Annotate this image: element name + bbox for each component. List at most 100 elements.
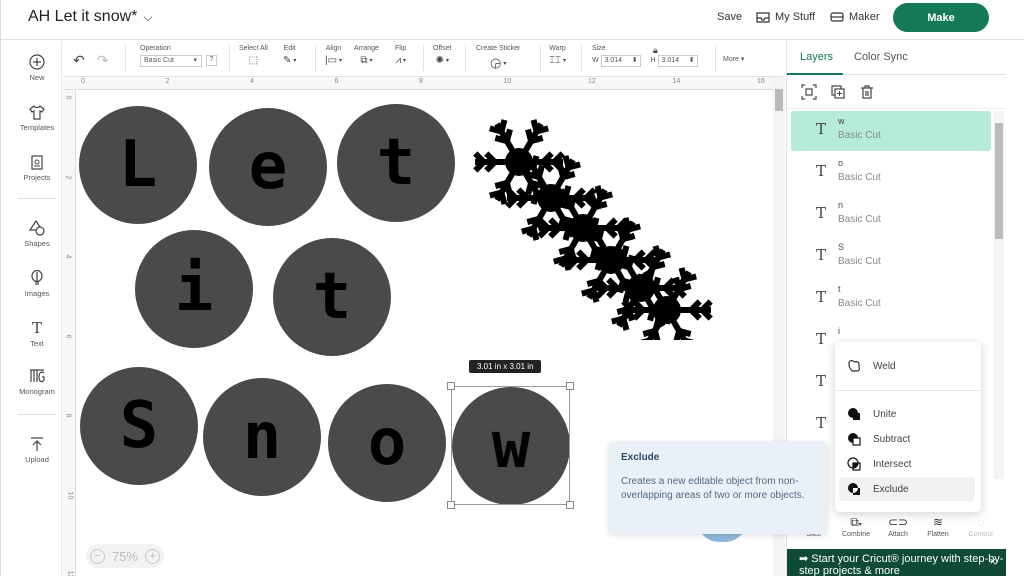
sidebar-item-monogram[interactable]: Monogram [12, 367, 62, 396]
layers-scrollbar[interactable] [994, 111, 1004, 479]
machine-icon [830, 12, 844, 22]
attach-button[interactable]: ⊂⊃ Attach [878, 515, 918, 538]
sidebar-divider [18, 414, 56, 415]
close-icon[interactable]: × [990, 556, 996, 568]
letter-text: o [367, 406, 407, 480]
offset-group[interactable]: Offset ✺ ▾ [433, 45, 452, 66]
combine-button[interactable]: ⧉▾ Combine [836, 515, 876, 538]
letter-circle-o[interactable]: o [328, 384, 446, 502]
more-button[interactable]: More ▾ [723, 55, 744, 63]
width-input[interactable]: 3.014 [600, 55, 641, 67]
sidebar-item-templates[interactable]: Templates [12, 103, 62, 132]
layer-item[interactable]: Tn Basic Cut [791, 195, 991, 235]
operation-help-button[interactable]: ? [206, 55, 217, 66]
toolbar-divider [581, 45, 582, 71]
height-input[interactable]: 3.014 [657, 55, 698, 67]
warp-group[interactable]: Warp ⌶⌶ ▾ [549, 45, 566, 66]
left-ruler: 0 2 4 6 8 10 12 [63, 90, 76, 576]
letter-circle-t[interactable]: t [337, 104, 455, 222]
resize-handle-tl[interactable] [447, 382, 455, 390]
text-layer-icon: T [816, 204, 827, 222]
letter-circle-L[interactable]: L [79, 106, 197, 224]
tooltip-title: Exclude [621, 452, 660, 463]
menu-item-subtract[interactable]: Subtract [835, 427, 981, 451]
letter-circle-t2[interactable]: t [273, 238, 391, 356]
duplicate-icon[interactable] [830, 84, 846, 100]
layer-operation: Basic Cut [838, 172, 881, 183]
sidebar-item-new[interactable]: New [12, 53, 62, 82]
sidebar-item-projects[interactable]: Projects [12, 153, 62, 182]
letter-circle-e[interactable]: e [209, 108, 327, 226]
flatten-button[interactable]: ≋ Flatten [918, 515, 958, 538]
intersect-icon [847, 457, 861, 471]
toolbar-divider [229, 45, 230, 71]
create-sticker-label: Create Sticker [476, 45, 521, 52]
sidebar-item-text[interactable]: T Text [12, 319, 62, 348]
menu-item-weld[interactable]: Weld [835, 354, 981, 378]
make-button[interactable]: Make [893, 3, 989, 32]
save-button[interactable]: Save [717, 11, 742, 23]
promo-text: ➡ Start your Cricut® journey with step-b… [799, 553, 1004, 576]
layer-name: t [838, 284, 841, 294]
scrollbar-thumb[interactable] [775, 89, 783, 111]
operation-select[interactable]: Basic Cut [140, 55, 202, 67]
arrange-label: Arrange [354, 45, 379, 52]
maker-button[interactable]: Maker [830, 11, 880, 23]
arrange-group[interactable]: Arrange ⧉ ▾ [354, 45, 379, 66]
tab-color-sync[interactable]: Color Sync [854, 51, 908, 63]
zoom-in-button[interactable]: + [145, 548, 161, 564]
project-title-dropdown[interactable]: AH Let it snow* ⌵ [28, 8, 153, 26]
text-layer-icon: T [816, 372, 827, 390]
my-stuff-button[interactable]: My Stuff [756, 11, 815, 23]
text-layer-icon: T [816, 246, 827, 264]
top-header: AH Let it snow* ⌵ Save My Stuff Maker Ma… [1, 0, 1024, 40]
sidebar-label: Text [30, 339, 44, 348]
paperclip-icon: ⊂⊃ [887, 515, 909, 529]
trash-icon[interactable] [859, 84, 875, 100]
flatten-icon: ≋ [932, 515, 944, 529]
weld-icon [848, 360, 860, 372]
tool-label: Contour [968, 531, 994, 538]
toolbar-divider [315, 45, 316, 71]
create-sticker-group[interactable]: Create Sticker ◶ ▾ [476, 45, 520, 71]
align-group[interactable]: Align |▭ ▾ [325, 45, 342, 66]
operation-group: Operation Basic Cut? [140, 45, 217, 67]
menu-item-exclude[interactable]: Exclude [839, 477, 975, 501]
resize-handle-bl[interactable] [447, 501, 455, 509]
resize-handle-br[interactable] [566, 501, 574, 509]
text-layer-icon: T [816, 162, 827, 180]
scrollbar-thumb[interactable] [995, 123, 1003, 239]
resize-handle-tr[interactable] [566, 382, 574, 390]
text-layer-icon: T [816, 414, 827, 432]
group-icon[interactable] [801, 84, 817, 100]
zoom-out-button[interactable]: − [89, 548, 105, 564]
menu-item-intersect[interactable]: Intersect [835, 452, 981, 476]
layer-name: w [838, 116, 845, 126]
layer-item[interactable]: To Basic Cut [791, 153, 991, 193]
flip-group[interactable]: Flip ⩘ ▾ [395, 45, 406, 66]
toolbar-divider [715, 45, 716, 71]
sidebar-item-shapes[interactable]: Shapes [12, 219, 62, 248]
redo-icon[interactable]: ↷ [97, 52, 109, 68]
letter-circle-i[interactable]: i [135, 230, 253, 348]
promo-banner[interactable]: ➡ Start your Cricut® journey with step-b… [787, 549, 1006, 576]
layer-operation: Basic Cut [838, 298, 881, 309]
contour-button[interactable]: ◌ Contour [961, 515, 1001, 538]
layer-item[interactable]: Tw Basic Cut [791, 111, 991, 151]
snowflake-cluster-image[interactable] [471, 110, 716, 340]
layer-item[interactable]: T S Basic Cut [791, 237, 991, 277]
letter-circle-S[interactable]: S [80, 367, 198, 485]
undo-icon[interactable]: ↶ [73, 52, 85, 68]
letter-circle-n[interactable]: n [203, 378, 321, 496]
sidebar-item-images[interactable]: Images [12, 269, 62, 298]
warp-label: Warp [549, 45, 566, 52]
menu-item-unite[interactable]: Unite [835, 402, 981, 426]
select-all-group[interactable]: Select All ⬚ [239, 45, 268, 66]
sidebar-item-upload[interactable]: Upload [12, 435, 62, 464]
maker-label: Maker [849, 11, 880, 23]
tool-label: Combine [841, 531, 870, 538]
layer-item[interactable]: Tt Basic Cut [791, 279, 991, 319]
edit-group[interactable]: Edit ✎ ▾ [283, 45, 296, 66]
tab-layers[interactable]: Layers [800, 51, 833, 63]
edit-label: Edit [283, 45, 296, 52]
